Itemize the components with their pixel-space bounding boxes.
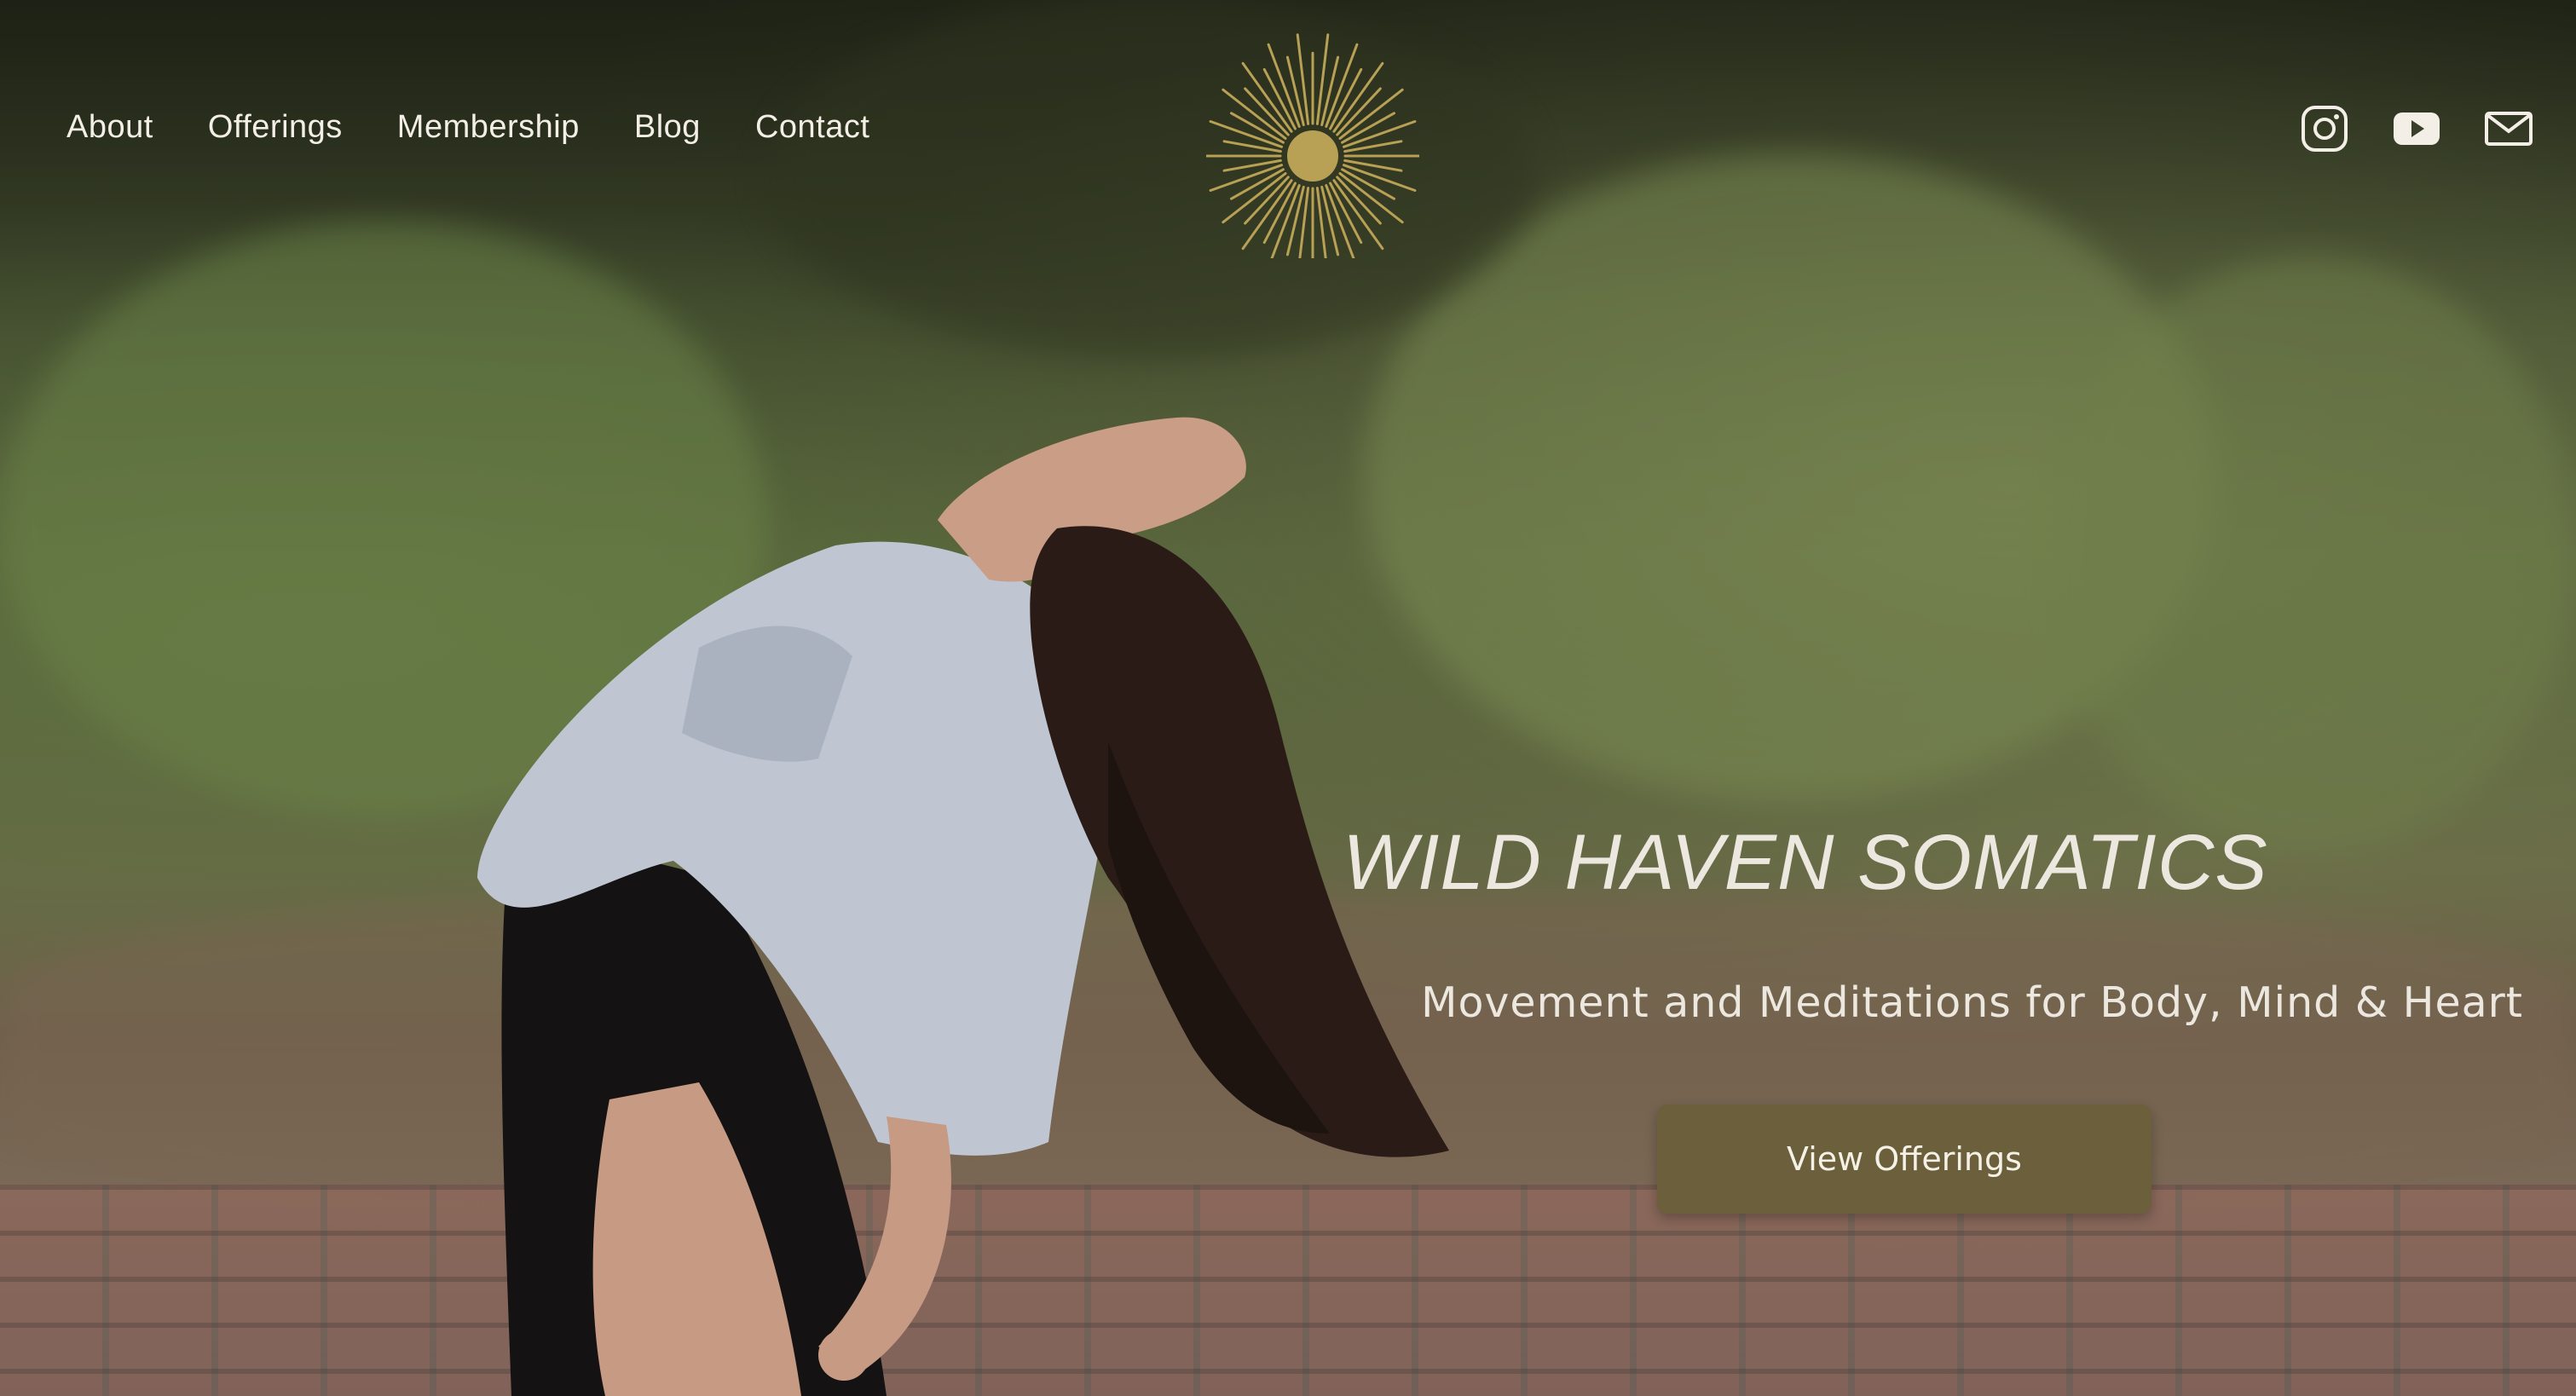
view-offerings-button[interactable]: View Offerings [1657,1105,2151,1214]
nav-about[interactable]: About [66,109,153,146]
nav-blog[interactable]: Blog [634,109,701,146]
hero-title: WILD HAVEN SOMATICS [1343,819,2268,906]
sunburst-ray [1298,187,1310,258]
main-nav: About Offerings Membership Blog Contact [66,109,869,146]
hero-subtitle: Movement and Meditations for Body, Mind … [1421,978,2523,1027]
social-links [2300,104,2533,153]
instagram-icon[interactable] [2300,104,2349,153]
hero-section: About Offerings Membership Blog Contact … [0,0,2576,1396]
youtube-icon[interactable] [2392,104,2441,153]
nav-membership[interactable]: Membership [397,109,580,146]
sunburst-logo-icon[interactable] [1206,7,1419,258]
foliage-shape [767,0,1534,358]
foliage-shape [2046,256,2574,852]
woman-backbend-figure [477,417,1449,1396]
mail-icon[interactable] [2484,104,2533,153]
nav-offerings[interactable]: Offerings [208,109,343,146]
nav-contact[interactable]: Contact [755,109,869,146]
sunburst-ray [1315,187,1327,258]
